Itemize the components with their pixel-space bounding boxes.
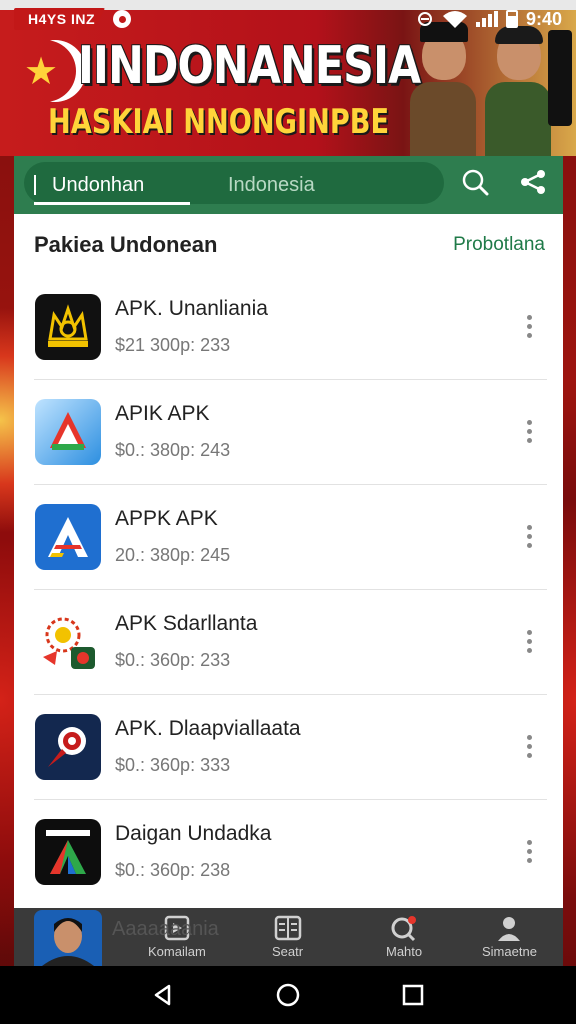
- section-title: Pakiea Undonean: [34, 232, 218, 257]
- person-image-1: [410, 22, 476, 156]
- nav-item-simaetne[interactable]: Simaetne: [482, 914, 537, 959]
- star-icon: ★: [23, 50, 59, 93]
- app-list-item[interactable]: APK Sdarllanta $0.: 360p: 233: [14, 589, 563, 694]
- bottom-nav: Komailam Seatr Mahto Simaetne: [14, 908, 563, 966]
- nav-label: Seatr: [272, 944, 304, 959]
- more-options-icon[interactable]: [517, 416, 541, 448]
- app-name: APIK APK: [115, 402, 210, 425]
- nav-item-seatr[interactable]: Seatr: [272, 914, 303, 959]
- triangle-logo-icon: [35, 398, 101, 465]
- more-options-icon[interactable]: [517, 626, 541, 658]
- location-icon: [113, 10, 132, 28]
- search-badge-icon: [389, 914, 419, 942]
- nav-label: Mahto: [386, 944, 423, 959]
- person-image-2: [485, 22, 551, 156]
- pin-marker-icon: [35, 713, 101, 780]
- crown-emblem-icon: [35, 293, 101, 360]
- avatar[interactable]: [34, 910, 102, 966]
- person-icon: [494, 914, 524, 942]
- more-options-icon[interactable]: [517, 836, 541, 868]
- more-options-icon[interactable]: [517, 731, 541, 763]
- back-icon[interactable]: [143, 975, 183, 1015]
- app-name: APK. Dlaapviallaata: [115, 717, 301, 740]
- more-options-icon[interactable]: [517, 521, 541, 553]
- app-list-item[interactable]: APPK APK 20.: 380p: 245: [14, 484, 563, 589]
- app-meta: $0.: 360p: 233: [115, 650, 231, 670]
- app-meta: $0.: 380p: 243: [115, 440, 231, 460]
- app-list-item[interactable]: APIK APK $0.: 380p: 243: [14, 379, 563, 484]
- batik-emblem-icon: [35, 608, 101, 675]
- letter-a-logo-icon: [35, 503, 101, 570]
- tab-label-active: Undonhan: [52, 173, 145, 196]
- signal-icon: [475, 11, 498, 27]
- search-icon[interactable]: [459, 166, 491, 198]
- main-card: Undonhan Indonesia Pakiea Undonean Probo…: [14, 156, 563, 966]
- nav-label: Komailam: [148, 944, 206, 959]
- battery-icon: [505, 10, 518, 28]
- banner-subtitle: HASKIAI NNONGINPBE: [48, 102, 390, 142]
- app-name: APPK APK: [115, 507, 218, 530]
- more-options-icon[interactable]: [517, 311, 541, 343]
- banner-title: IINDONANESIA: [78, 36, 421, 96]
- recents-icon[interactable]: [393, 975, 433, 1015]
- nav-item-mahto[interactable]: Mahto: [386, 914, 422, 959]
- section-header: Pakiea Undonean Probotlana: [14, 216, 563, 274]
- app-name: Daigan Undadka: [115, 822, 272, 845]
- status-bar: H4YS INZ 9:40: [0, 0, 576, 38]
- app-meta: $21 300p: 233: [115, 335, 231, 355]
- section-link[interactable]: Probotlana: [453, 234, 545, 256]
- app-list-item[interactable]: Daigan Undadka $0.: 360p: 238: [14, 799, 563, 904]
- gradient-a-logo-icon: [35, 818, 101, 885]
- grid-icon: [273, 914, 303, 942]
- wifi-icon: [442, 11, 467, 28]
- tab-bar: Undonhan Indonesia: [14, 156, 563, 214]
- app-meta: $0.: 360p: 238: [115, 860, 231, 880]
- tab-label-inactive: Indonesia: [228, 173, 315, 196]
- partial-app-name: Aaaaaaania: [112, 918, 219, 940]
- nav-label: Simaetne: [482, 944, 537, 959]
- home-icon[interactable]: [268, 975, 308, 1015]
- app-list-item[interactable]: APK. Unanliania $21 300p: 233: [14, 274, 563, 379]
- phone-image: [548, 30, 572, 126]
- app-meta: 20.: 380p: 245: [115, 545, 231, 565]
- app-list-item[interactable]: APK. Dlaapviallaata $0.: 360p: 333: [14, 694, 563, 799]
- vibrate-icon: [417, 12, 432, 26]
- status-time: 9:40: [525, 8, 562, 29]
- tab-indonesia[interactable]: Indonesia: [228, 163, 315, 207]
- app-name: APK Sdarllanta: [115, 612, 258, 635]
- tab-undonhan[interactable]: Undonhan: [24, 163, 190, 207]
- status-tag: H4YS INZ: [14, 8, 106, 30]
- share-icon[interactable]: [517, 166, 549, 198]
- app-name: APK. Unanliania: [115, 297, 268, 320]
- app-meta: $0.: 360p: 333: [115, 755, 231, 775]
- app-list: APK. Unanliania $21 300p: 233 APIK APK $…: [14, 274, 563, 904]
- system-nav-bar: [0, 966, 576, 1024]
